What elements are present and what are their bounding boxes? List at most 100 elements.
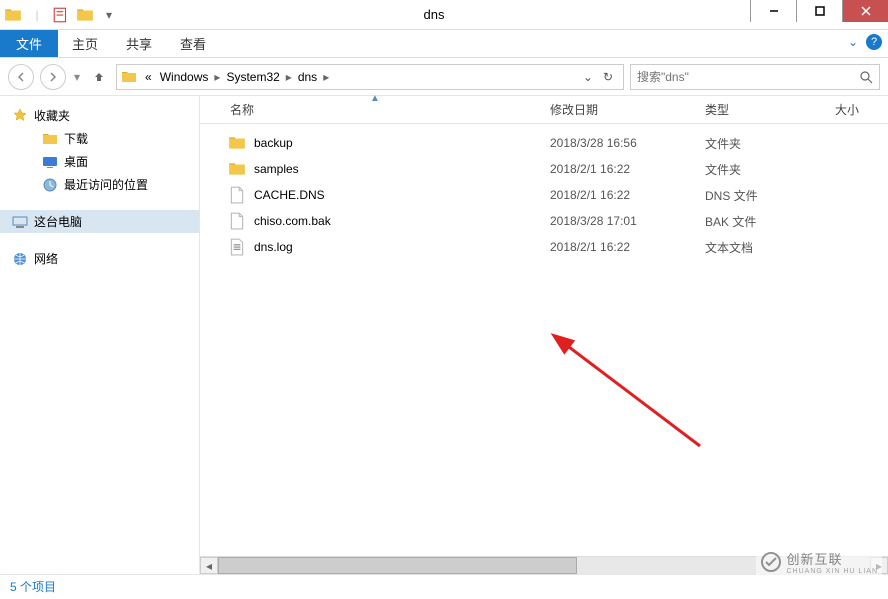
file-date: 2018/2/1 16:22 [550, 188, 705, 202]
navbar: ▾ « Windows ▸ System32 ▸ dns ▸ ⌄ ↻ [0, 58, 888, 96]
file-type: 文本文档 [705, 239, 835, 256]
close-button[interactable] [842, 0, 888, 22]
properties-icon[interactable] [52, 6, 70, 24]
computer-icon [12, 214, 28, 230]
sidebar: 收藏夹 下载 桌面 最近访问的位置 这台电脑 网络 [0, 96, 200, 574]
ribbon-expand-icon[interactable]: ⌄ [848, 35, 858, 49]
folder-icon [228, 160, 246, 178]
qat-dropdown-icon[interactable]: ▾ [100, 6, 118, 24]
file-icon [228, 212, 246, 230]
tab-home[interactable]: 主页 [58, 30, 112, 57]
scroll-thumb[interactable] [218, 557, 577, 574]
file-list: backup2018/3/28 16:56文件夹samples2018/2/1 … [200, 124, 888, 556]
folder-icon [4, 6, 22, 24]
col-date[interactable]: 修改日期 [550, 101, 705, 118]
list-item[interactable]: chiso.com.bak2018/3/28 17:01BAK 文件 [228, 208, 888, 234]
column-headers: 名称 ▲ 修改日期 类型 大小 [200, 96, 888, 124]
file-name: chiso.com.bak [254, 214, 550, 228]
col-name[interactable]: 名称 ▲ [230, 101, 550, 118]
breadcrumb-windows[interactable]: Windows [156, 70, 213, 84]
list-item[interactable]: samples2018/2/1 16:22文件夹 [228, 156, 888, 182]
folder-icon [121, 69, 137, 85]
body: 收藏夹 下载 桌面 最近访问的位置 这台电脑 网络 [0, 96, 888, 574]
watermark-logo-icon [760, 551, 782, 573]
refresh-icon[interactable]: ↻ [603, 70, 613, 84]
col-name-label: 名称 [230, 103, 254, 117]
file-type: DNS 文件 [705, 187, 835, 204]
list-item[interactable]: dns.log2018/2/1 16:22文本文档 [228, 234, 888, 260]
search-icon[interactable] [859, 70, 873, 84]
file-icon [228, 186, 246, 204]
address-dropdown-icon[interactable]: ⌄ [583, 70, 593, 84]
network-icon [12, 251, 28, 267]
status-count: 5 个项目 [10, 578, 56, 595]
sidebar-item-recent[interactable]: 最近访问的位置 [0, 173, 199, 196]
watermark: 创新互联 CHUANG XIN HU LIAN [756, 547, 882, 577]
breadcrumb-system32[interactable]: System32 [222, 70, 283, 84]
breadcrumb-prefix[interactable]: « [141, 70, 156, 84]
watermark-subtext: CHUANG XIN HU LIAN [786, 568, 878, 575]
search-box[interactable] [630, 64, 880, 90]
sidebar-item-label: 下载 [64, 130, 88, 147]
folder-icon [228, 134, 246, 152]
window-buttons [750, 0, 888, 29]
col-type[interactable]: 类型 [705, 101, 835, 118]
file-name: backup [254, 136, 550, 150]
forward-button[interactable] [40, 64, 66, 90]
up-button[interactable] [88, 66, 110, 88]
file-name: CACHE.DNS [254, 188, 550, 202]
sidebar-item-downloads[interactable]: 下载 [0, 127, 199, 150]
file-type: 文件夹 [705, 161, 835, 178]
star-icon [12, 108, 28, 124]
recent-icon [42, 177, 58, 193]
list-item[interactable]: CACHE.DNS2018/2/1 16:22DNS 文件 [228, 182, 888, 208]
sidebar-item-label: 桌面 [64, 153, 88, 170]
file-date: 2018/2/1 16:22 [550, 162, 705, 176]
list-item[interactable]: backup2018/3/28 16:56文件夹 [228, 130, 888, 156]
sidebar-computer[interactable]: 这台电脑 [0, 210, 199, 233]
file-date: 2018/3/28 17:01 [550, 214, 705, 228]
file-name: samples [254, 162, 550, 176]
sidebar-item-desktop[interactable]: 桌面 [0, 150, 199, 173]
sidebar-favorites[interactable]: 收藏夹 [0, 104, 199, 127]
sidebar-network[interactable]: 网络 [0, 247, 199, 270]
col-size[interactable]: 大小 [835, 101, 888, 118]
history-dropdown-icon[interactable]: ▾ [72, 70, 82, 84]
address-bar[interactable]: « Windows ▸ System32 ▸ dns ▸ ⌄ ↻ [116, 64, 624, 90]
chevron-right-icon: ▸ [284, 70, 294, 84]
sidebar-item-label: 这台电脑 [34, 213, 82, 230]
tab-view[interactable]: 查看 [166, 30, 220, 57]
file-date: 2018/2/1 16:22 [550, 240, 705, 254]
help-icon[interactable]: ? [866, 34, 882, 50]
file-date: 2018/3/28 16:56 [550, 136, 705, 150]
scroll-left-icon[interactable]: ◂ [200, 557, 218, 574]
folder-icon [42, 131, 58, 147]
desktop-icon [42, 154, 58, 170]
tab-share[interactable]: 共享 [112, 30, 166, 57]
minimize-button[interactable] [750, 0, 796, 22]
window-title: dns [118, 7, 750, 22]
statusbar: 5 个项目 [0, 574, 888, 598]
text-icon [228, 238, 246, 256]
file-type: BAK 文件 [705, 213, 835, 230]
chevron-right-icon: ▸ [321, 70, 331, 84]
file-type: 文件夹 [705, 135, 835, 152]
sidebar-item-label: 收藏夹 [34, 107, 70, 124]
ribbon: 文件 主页 共享 查看 ⌄ ? [0, 30, 888, 58]
chevron-right-icon: ▸ [212, 70, 222, 84]
quick-access-toolbar: | ▾ [0, 6, 118, 24]
file-tab[interactable]: 文件 [0, 30, 58, 57]
watermark-text: 创新互联 [786, 552, 842, 567]
breadcrumb-dns[interactable]: dns [294, 70, 321, 84]
file-name: dns.log [254, 240, 550, 254]
sort-asc-icon: ▲ [370, 93, 380, 104]
content-area: 名称 ▲ 修改日期 类型 大小 backup2018/3/28 16:56文件夹… [200, 96, 888, 574]
divider-icon: | [28, 6, 46, 24]
titlebar: | ▾ dns [0, 0, 888, 30]
sidebar-item-label: 网络 [34, 250, 58, 267]
new-folder-icon[interactable] [76, 6, 94, 24]
maximize-button[interactable] [796, 0, 842, 22]
sidebar-item-label: 最近访问的位置 [64, 176, 148, 193]
search-input[interactable] [637, 70, 859, 84]
back-button[interactable] [8, 64, 34, 90]
